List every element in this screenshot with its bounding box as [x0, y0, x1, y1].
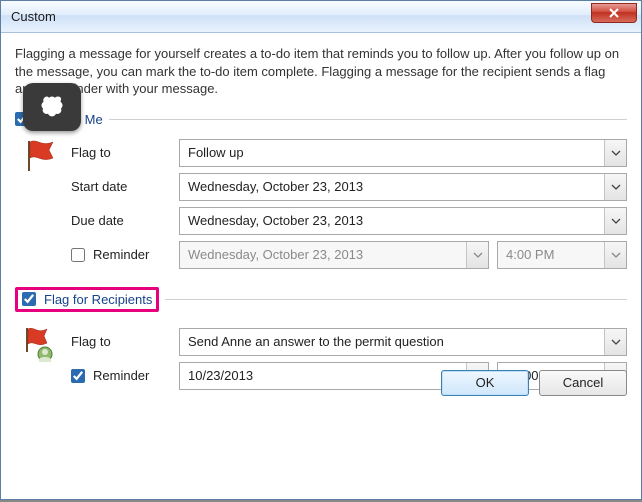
flag-for-recipients-checkbox[interactable]: [22, 292, 36, 306]
cancel-button[interactable]: Cancel: [539, 370, 627, 396]
dropdown-arrow[interactable]: [604, 329, 626, 355]
chevron-down-icon: [611, 218, 621, 224]
chevron-down-icon: [473, 252, 483, 258]
flag-to-value-rec: Send Anne an answer to the permit questi…: [180, 329, 604, 355]
overlay-badge: [23, 83, 81, 131]
dropdown-arrow[interactable]: [604, 174, 626, 200]
titlebar: Custom: [1, 1, 641, 33]
dropdown-arrow[interactable]: [604, 140, 626, 166]
reminder-me-time-value: 4:00 PM: [498, 242, 604, 268]
divider: [165, 299, 627, 300]
flag-me-icon-area: [19, 133, 63, 275]
start-date-label: Start date: [71, 179, 179, 194]
flag-to-combo-rec[interactable]: Send Anne an answer to the permit questi…: [179, 328, 627, 356]
flag-to-label-me: Flag to: [71, 145, 179, 160]
brain-icon: [38, 93, 66, 121]
reminder-rec-label: Reminder: [93, 368, 149, 383]
dropdown-arrow[interactable]: [466, 242, 488, 268]
chevron-down-icon: [611, 150, 621, 156]
start-date-combo[interactable]: Wednesday, October 23, 2013: [179, 173, 627, 201]
reminder-me-time-combo[interactable]: 4:00 PM: [497, 241, 627, 269]
due-date-label: Due date: [71, 213, 179, 228]
custom-flag-dialog: Custom Flagging a message for yourself c…: [0, 0, 642, 500]
reminder-rec-date-value: 10/23/2013: [180, 363, 466, 389]
section-header-flag-me: Flag for Me: [15, 112, 627, 127]
start-date-value: Wednesday, October 23, 2013: [180, 174, 604, 200]
highlight-box: Flag for Recipients: [15, 287, 159, 312]
red-flag-icon: [23, 137, 59, 173]
ok-button[interactable]: OK: [441, 370, 529, 396]
flag-to-label-rec: Flag to: [71, 334, 179, 349]
description-text: Flagging a message for yourself creates …: [15, 45, 627, 98]
flag-to-value-me: Follow up: [180, 140, 604, 166]
reminder-me-checkbox[interactable]: [71, 248, 85, 262]
flag-recipients-icon-area: [19, 322, 63, 396]
dropdown-arrow[interactable]: [604, 242, 626, 268]
close-button[interactable]: [591, 3, 637, 23]
recipient-flag-icon: [21, 326, 61, 366]
section-header-flag-recipients: Flag for Recipients: [15, 283, 627, 316]
reminder-rec-checkbox[interactable]: [71, 369, 85, 383]
close-icon: [608, 7, 620, 19]
reminder-me-label: Reminder: [93, 247, 149, 262]
reminder-me-date-combo[interactable]: Wednesday, October 23, 2013: [179, 241, 489, 269]
due-date-value: Wednesday, October 23, 2013: [180, 208, 604, 234]
dropdown-arrow[interactable]: [604, 208, 626, 234]
chevron-down-icon: [611, 339, 621, 345]
chevron-down-icon: [611, 184, 621, 190]
due-date-combo[interactable]: Wednesday, October 23, 2013: [179, 207, 627, 235]
flag-for-recipients-label: Flag for Recipients: [44, 292, 152, 307]
flag-to-combo-me[interactable]: Follow up: [179, 139, 627, 167]
divider: [109, 119, 627, 120]
window-title: Custom: [11, 9, 591, 24]
chevron-down-icon: [611, 252, 621, 258]
reminder-me-date-value: Wednesday, October 23, 2013: [180, 242, 466, 268]
